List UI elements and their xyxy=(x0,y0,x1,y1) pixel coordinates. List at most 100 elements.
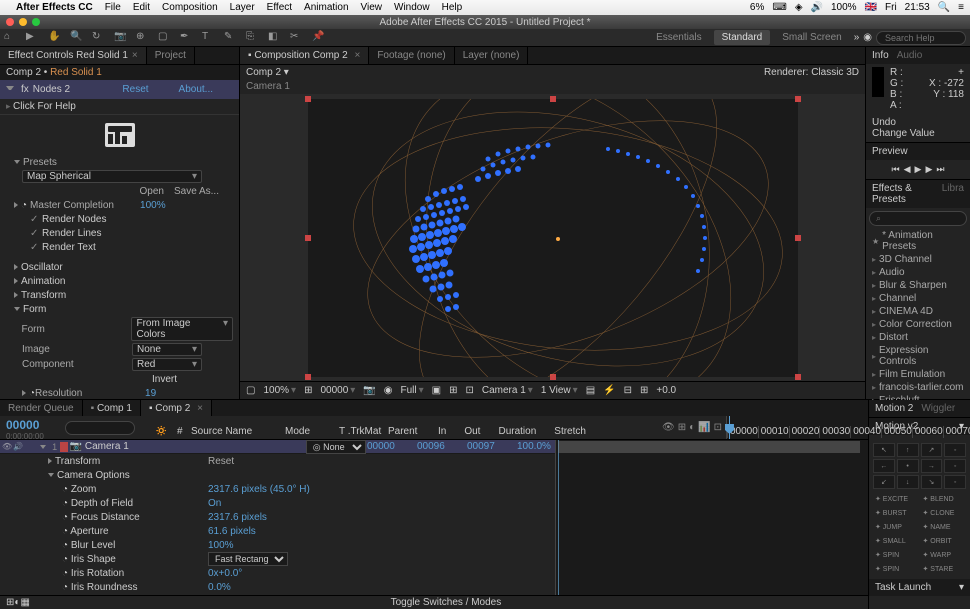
menu-help[interactable]: Help xyxy=(442,2,463,13)
time-display[interactable]: 00000 xyxy=(320,385,355,396)
zoom-tool-icon[interactable]: 🔍 xyxy=(70,31,84,45)
checkbox-icon[interactable]: ✓ xyxy=(30,228,40,239)
time-ruler[interactable]: 0000000010000200003000040000500006000070… xyxy=(726,416,868,439)
bluetooth-icon[interactable]: ⌨ xyxy=(772,2,786,13)
text-tool-icon[interactable]: T xyxy=(202,31,216,45)
motion-action-button[interactable]: ✦ WARP xyxy=(921,549,967,561)
sync-icon[interactable]: ◉ xyxy=(863,32,872,43)
tab-layer[interactable]: Layer (none) xyxy=(455,47,529,64)
close-icon[interactable]: × xyxy=(132,50,138,61)
brainstorm-icon[interactable]: ⊡ xyxy=(714,422,722,433)
traffic-lights[interactable] xyxy=(6,18,40,26)
eraser-tool-icon[interactable]: ◧ xyxy=(268,31,282,45)
macos-menubar[interactable]: After Effects CC File Edit Composition L… xyxy=(0,0,970,15)
motion-action-button[interactable]: ✦ JUMP xyxy=(873,521,919,533)
checkbox-icon[interactable]: ✓ xyxy=(30,214,40,225)
anchor-r[interactable]: → xyxy=(921,459,943,473)
motion-action-button[interactable]: ✦ BURST xyxy=(873,507,919,519)
mask-toggle-icon[interactable]: ▢ xyxy=(246,385,255,396)
tab-render-queue[interactable]: Render Queue xyxy=(0,400,83,416)
preset-open[interactable]: Open xyxy=(140,186,164,197)
tab-effects-presets[interactable]: Effects & Presets xyxy=(872,183,934,205)
motion-action-button[interactable]: ✦ EXCITE xyxy=(873,493,919,505)
motion-action-button[interactable]: ✦ ORBIT xyxy=(921,535,967,547)
zoom-dropdown[interactable]: 100% xyxy=(263,385,296,396)
anchor-l[interactable]: ← xyxy=(873,459,895,473)
effects-category[interactable]: Blur & Sharpen xyxy=(866,279,970,292)
close-icon[interactable]: × xyxy=(197,403,203,414)
motion-action-button[interactable]: ✦ SPIN xyxy=(873,549,919,561)
effects-category[interactable]: 3D Channel xyxy=(866,253,970,266)
help-hint[interactable]: ▸ Click For Help xyxy=(0,99,239,115)
motion-action-button[interactable]: ✦ STARE xyxy=(921,563,967,575)
snapshot-icon[interactable]: 📷 xyxy=(363,385,375,396)
resolution-dropdown[interactable]: Full xyxy=(400,385,423,396)
effects-category[interactable]: * Animation Presets xyxy=(866,229,970,253)
views-dropdown[interactable]: 1 View xyxy=(541,385,578,396)
preset-dropdown[interactable]: Map Spherical xyxy=(22,170,202,183)
menu-layer[interactable]: Layer xyxy=(230,2,255,13)
fast-preview-icon[interactable]: ⚡ xyxy=(603,385,615,396)
frame-blend-icon[interactable]: ⊞ xyxy=(678,422,686,433)
flowchart-icon[interactable]: ⊞ xyxy=(640,385,648,396)
exposure-value[interactable]: +0.0 xyxy=(656,385,676,396)
camera-tool-icon[interactable]: 📷 xyxy=(114,31,128,45)
battery-icon[interactable]: 100% xyxy=(831,2,857,13)
layer-list[interactable]: 👁🔊1📷 Camera 1◎ None000000009600097100.0%… xyxy=(0,440,555,595)
layer-name[interactable]: 📷 Camera 1 xyxy=(68,441,218,452)
spotlight-icon[interactable]: 🔍 xyxy=(938,2,950,13)
comp-subtab[interactable]: Comp 2 ▾ xyxy=(246,67,289,78)
motion-action-button[interactable]: ✦ SPIN xyxy=(873,563,919,575)
puppet-tool-icon[interactable]: 📌 xyxy=(312,31,326,45)
renderer-label[interactable]: Renderer: Classic 3D xyxy=(764,67,859,78)
stopwatch-icon[interactable]: ◔ xyxy=(21,200,27,211)
grid-icon[interactable]: ⊞ xyxy=(449,385,457,396)
menu-file[interactable]: File xyxy=(105,2,121,13)
hand-tool-icon[interactable]: ✋ xyxy=(48,31,62,45)
preset-saveas[interactable]: Save As... xyxy=(174,186,219,197)
selection-tool-icon[interactable]: ▶ xyxy=(26,31,40,45)
channel-icon[interactable]: ◉ xyxy=(384,385,393,396)
fx-icon[interactable]: fx xyxy=(21,84,29,95)
tab-wiggler[interactable]: Wiggler xyxy=(921,403,955,414)
home-icon[interactable]: ⌂ xyxy=(4,31,18,45)
about-link[interactable]: About... xyxy=(179,84,213,95)
anchor-tl[interactable]: ↖ xyxy=(873,443,895,457)
workspace-essentials[interactable]: Essentials xyxy=(648,30,710,45)
camera-dropdown[interactable]: Camera 1 xyxy=(482,385,533,396)
wifi-icon[interactable]: ◈ xyxy=(795,2,803,13)
master-completion-value[interactable]: 100% xyxy=(140,200,166,211)
tab-effect-controls[interactable]: Effect Controls Red Solid 1× xyxy=(0,47,147,64)
anchor-t[interactable]: ↑ xyxy=(897,443,919,457)
effects-search-input[interactable]: ⌕ xyxy=(869,211,967,226)
task-launch[interactable]: Task Launch xyxy=(875,582,931,593)
composition-viewer[interactable] xyxy=(240,94,865,381)
motion-action-button[interactable]: ✦ CLONE xyxy=(921,507,967,519)
menu-app[interactable]: After Effects CC xyxy=(16,2,93,13)
pen-tool-icon[interactable]: ✒ xyxy=(180,31,194,45)
anchor-opt[interactable]: ◦ xyxy=(944,443,966,457)
clock-time[interactable]: 21:53 xyxy=(905,2,930,13)
anchor-opt[interactable]: ◦ xyxy=(944,475,966,489)
effects-list[interactable]: * Animation Presets3D ChannelAudioBlur &… xyxy=(866,229,970,429)
next-frame-icon[interactable]: ▶ xyxy=(925,164,932,175)
chevron-icon[interactable]: ▾ xyxy=(959,582,964,593)
anchor-c[interactable]: • xyxy=(897,459,919,473)
active-camera[interactable]: Camera 1 xyxy=(240,79,865,94)
menu-composition[interactable]: Composition xyxy=(162,2,218,13)
checkbox-icon[interactable]: ✓ xyxy=(30,242,40,253)
component-dropdown[interactable]: Red xyxy=(132,358,202,371)
first-frame-icon[interactable]: ⏮ xyxy=(892,164,900,175)
search-help-input[interactable] xyxy=(876,31,966,45)
menu-icon[interactable]: ≡ xyxy=(958,2,964,13)
brush-tool-icon[interactable]: ✎ xyxy=(224,31,238,45)
guides-icon[interactable]: ⊡ xyxy=(465,385,473,396)
effects-category[interactable]: CINEMA 4D xyxy=(866,305,970,318)
motion-blur-icon[interactable]: ◐ xyxy=(689,422,695,433)
tab-footage[interactable]: Footage (none) xyxy=(369,47,454,64)
resolution-value[interactable]: 19 xyxy=(145,388,156,399)
timeline-icon[interactable]: ⊟ xyxy=(624,385,632,396)
layer-search-input[interactable] xyxy=(65,421,135,435)
toggle-switches-button[interactable]: Toggle Switches / Modes xyxy=(391,597,502,608)
clock-day[interactable]: Fri xyxy=(885,2,897,13)
